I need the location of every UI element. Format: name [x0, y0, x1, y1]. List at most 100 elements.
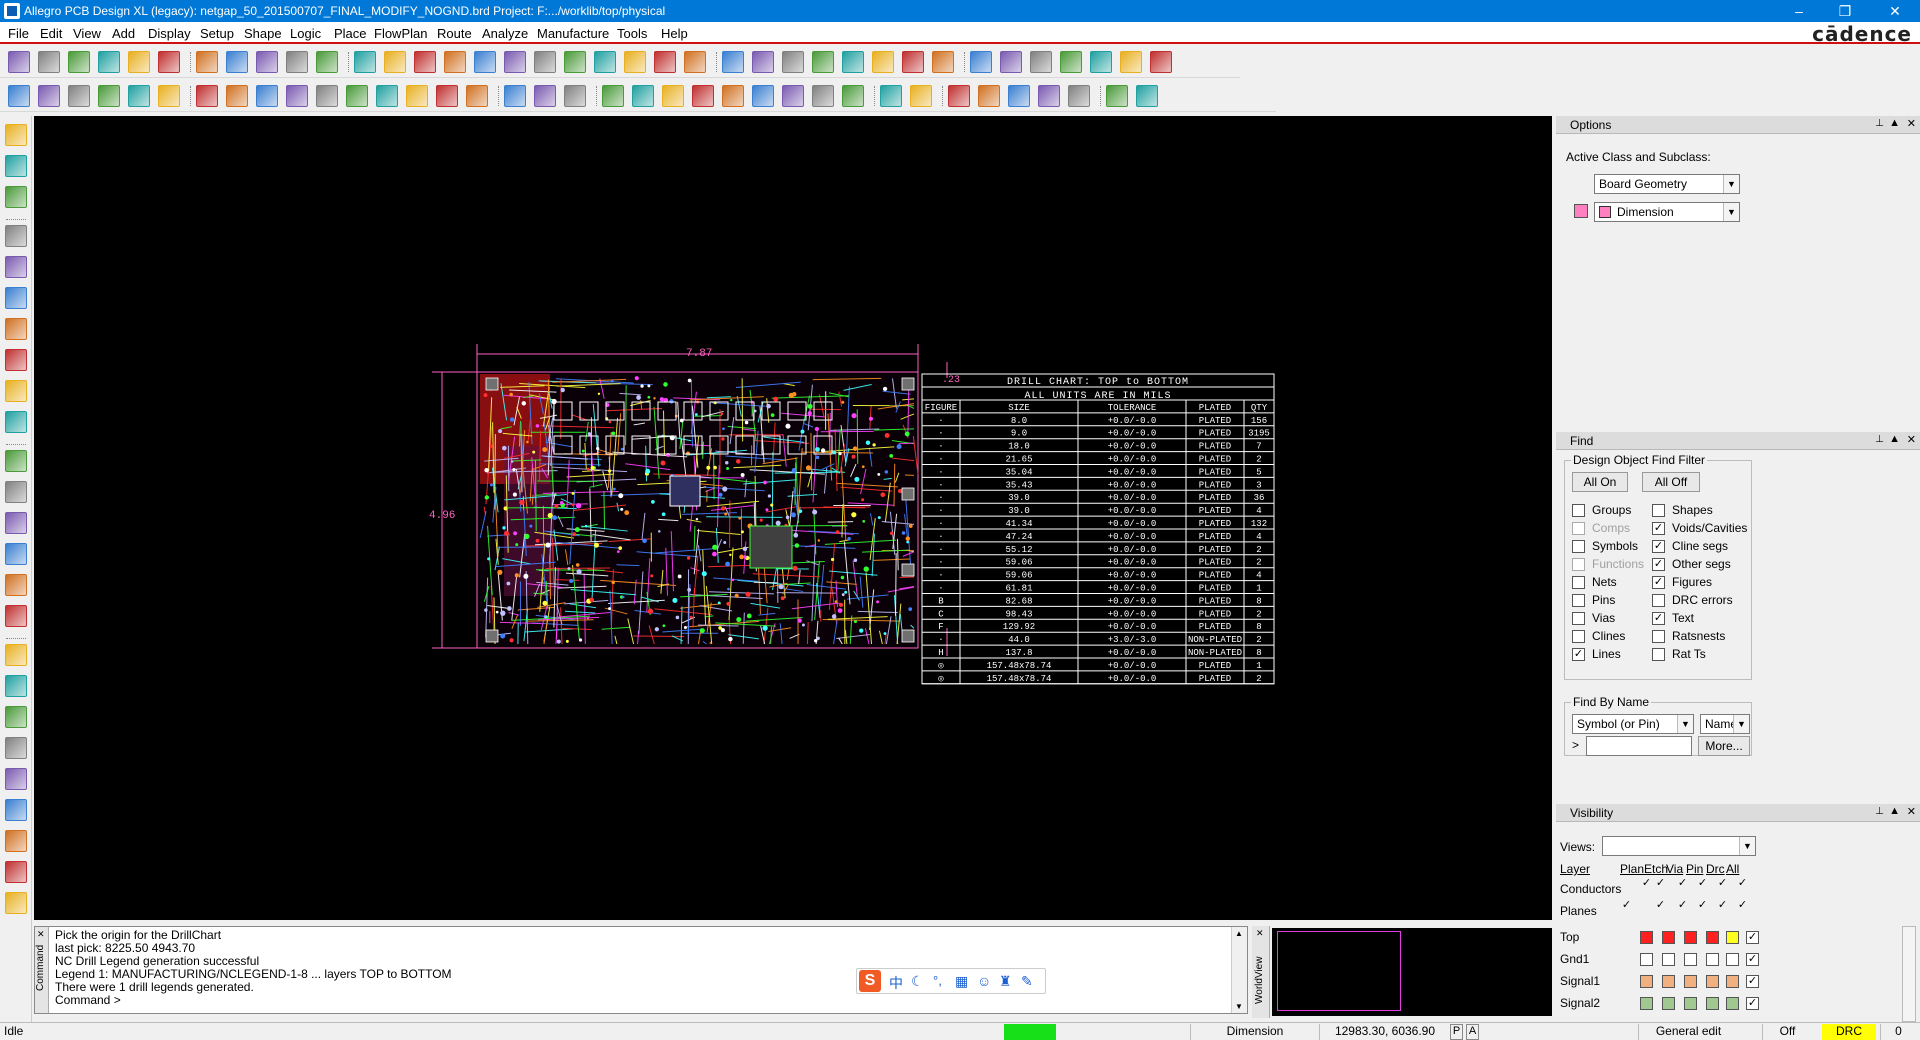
main-tool-6-icon[interactable] — [158, 51, 180, 73]
close-icon[interactable]: ✕ — [1907, 433, 1916, 446]
visibility-signal2-etch-color-swatch[interactable] — [1662, 997, 1675, 1010]
menu-logic[interactable]: Logic — [290, 26, 321, 41]
left-tool-12-icon[interactable] — [5, 481, 27, 503]
secondary-tool-26-icon[interactable] — [782, 85, 804, 107]
main-tool-14-icon[interactable] — [414, 51, 436, 73]
main-tool-34-icon[interactable] — [1030, 51, 1052, 73]
main-tool-10-icon[interactable] — [286, 51, 308, 73]
visibility-conductors-plan-checkbox[interactable]: ✓ — [1640, 878, 1653, 891]
main-tool-16-icon[interactable] — [474, 51, 496, 73]
find-text-checkbox[interactable]: ✓ — [1652, 612, 1665, 625]
left-tool-18-icon[interactable] — [5, 675, 27, 697]
ime-moon-icon[interactable]: ☾ — [911, 973, 924, 990]
secondary-tool-1-icon[interactable] — [8, 85, 30, 107]
secondary-tool-2-icon[interactable] — [38, 85, 60, 107]
left-tool-17-icon[interactable] — [5, 644, 27, 666]
secondary-tool-31-icon[interactable] — [948, 85, 970, 107]
secondary-tool-36-icon[interactable] — [1106, 85, 1128, 107]
secondary-tool-3-icon[interactable] — [68, 85, 90, 107]
secondary-tool-33-icon[interactable] — [1008, 85, 1030, 107]
find-shapes-checkbox[interactable] — [1652, 504, 1665, 517]
main-tool-3-icon[interactable] — [68, 51, 90, 73]
secondary-tool-17-icon[interactable] — [504, 85, 526, 107]
visibility-signal2-plan-color-swatch[interactable] — [1640, 997, 1653, 1010]
find-mode-select[interactable]: Name ▼ — [1700, 714, 1750, 734]
find-nets-checkbox[interactable] — [1572, 576, 1585, 589]
views-select[interactable]: ▼ — [1602, 836, 1756, 856]
menu-file[interactable]: File — [8, 26, 29, 41]
left-tool-9-icon[interactable] — [5, 380, 27, 402]
ime-toolbar[interactable]: S 中 ☾ °, ▦ ☺ ♜ ✎ — [856, 968, 1046, 994]
secondary-tool-13-icon[interactable] — [376, 85, 398, 107]
ime-punctuation-icon[interactable]: °, — [933, 973, 942, 988]
command-prompt[interactable]: Command > — [55, 994, 452, 1007]
secondary-tool-22-icon[interactable] — [662, 85, 684, 107]
visibility-planes-pin-checkbox[interactable]: ✓ — [1696, 900, 1709, 913]
visibility-signal1-plan-color-swatch[interactable] — [1640, 975, 1653, 988]
find-rat-ts-checkbox[interactable] — [1652, 648, 1665, 661]
scroll-down-icon[interactable]: ▼ — [1235, 1002, 1243, 1011]
menu-shape[interactable]: Shape — [244, 26, 282, 41]
visibility-scrollbar[interactable] — [1902, 926, 1916, 1022]
menu-analyze[interactable]: Analyze — [482, 26, 528, 41]
secondary-tool-8-icon[interactable] — [226, 85, 248, 107]
find-lines-checkbox[interactable]: ✓ — [1572, 648, 1585, 661]
visibility-conductors-drc-checkbox[interactable]: ✓ — [1716, 878, 1729, 891]
close-icon[interactable]: ✕ — [1907, 117, 1916, 130]
visibility-planes-all-checkbox[interactable]: ✓ — [1736, 900, 1749, 913]
ime-user-icon[interactable]: ☺ — [977, 973, 991, 989]
secondary-tool-37-icon[interactable] — [1136, 85, 1158, 107]
main-tool-20-icon[interactable] — [594, 51, 616, 73]
left-tool-25-icon[interactable] — [5, 892, 27, 914]
visibility-signal1-all-checkbox[interactable]: ✓ — [1746, 975, 1759, 988]
command-tab[interactable]: ✕ Command — [35, 927, 49, 1013]
left-tool-3-icon[interactable] — [5, 186, 27, 208]
visibility-conductors-via-checkbox[interactable]: ✓ — [1676, 878, 1689, 891]
find-figures-checkbox[interactable]: ✓ — [1652, 576, 1665, 589]
visibility-planes-drc-checkbox[interactable]: ✓ — [1716, 900, 1729, 913]
status-off[interactable]: Off — [1762, 1024, 1812, 1040]
main-tool-31-icon[interactable] — [932, 51, 954, 73]
all-off-button[interactable]: All Off — [1642, 472, 1700, 492]
find-voids-cavities-checkbox[interactable]: ✓ — [1652, 522, 1665, 535]
left-tool-8-icon[interactable] — [5, 349, 27, 371]
main-tool-19-icon[interactable] — [564, 51, 586, 73]
all-on-button[interactable]: All On — [1572, 472, 1628, 492]
visibility-top-plan-color-swatch[interactable] — [1640, 931, 1653, 944]
secondary-tool-7-icon[interactable] — [196, 85, 218, 107]
main-tool-37-icon[interactable] — [1120, 51, 1142, 73]
main-tool-15-icon[interactable] — [444, 51, 466, 73]
visibility-conductors-all-checkbox[interactable]: ✓ — [1736, 878, 1749, 891]
left-tool-2-icon[interactable] — [5, 155, 27, 177]
find-name-input[interactable] — [1586, 736, 1692, 756]
main-tool-30-icon[interactable] — [902, 51, 924, 73]
visibility-signal1-drc-color-swatch[interactable] — [1726, 975, 1739, 988]
left-tool-21-icon[interactable] — [5, 768, 27, 790]
main-tool-32-icon[interactable] — [970, 51, 992, 73]
visibility-signal1-etch-color-swatch[interactable] — [1662, 975, 1675, 988]
left-tool-6-icon[interactable] — [5, 287, 27, 309]
main-tool-8-icon[interactable] — [226, 51, 248, 73]
main-tool-18-icon[interactable] — [534, 51, 556, 73]
main-tool-17-icon[interactable] — [504, 51, 526, 73]
secondary-tool-28-icon[interactable] — [842, 85, 864, 107]
main-tool-9-icon[interactable] — [256, 51, 278, 73]
worldview-tab[interactable]: ✕ WorldView — [1252, 926, 1270, 1018]
left-tool-16-icon[interactable] — [5, 605, 27, 627]
visibility-signal2-via-color-swatch[interactable] — [1684, 997, 1697, 1010]
secondary-tool-34-icon[interactable] — [1038, 85, 1060, 107]
find-symbols-checkbox[interactable] — [1572, 540, 1585, 553]
menu-manufacture[interactable]: Manufacture — [537, 26, 609, 41]
visibility-conductors-pin-checkbox[interactable]: ✓ — [1696, 878, 1709, 891]
find-vias-checkbox[interactable] — [1572, 612, 1585, 625]
find-pins-checkbox[interactable] — [1572, 594, 1585, 607]
board-view[interactable]: 7.87 4.96 .23 DRILL CHART: TOP to BOTTOM… — [34, 116, 1552, 920]
visibility-gnd1-via-color-swatch[interactable] — [1684, 953, 1697, 966]
visibility-signal2-all-checkbox[interactable]: ✓ — [1746, 997, 1759, 1010]
pin-icon[interactable]: ⊥ — [1875, 806, 1884, 817]
class-select[interactable]: Board Geometry ▼ — [1594, 174, 1740, 194]
left-tool-23-icon[interactable] — [5, 830, 27, 852]
secondary-tool-23-icon[interactable] — [692, 85, 714, 107]
secondary-tool-27-icon[interactable] — [812, 85, 834, 107]
scroll-up-icon[interactable]: ▲ — [1235, 929, 1243, 938]
